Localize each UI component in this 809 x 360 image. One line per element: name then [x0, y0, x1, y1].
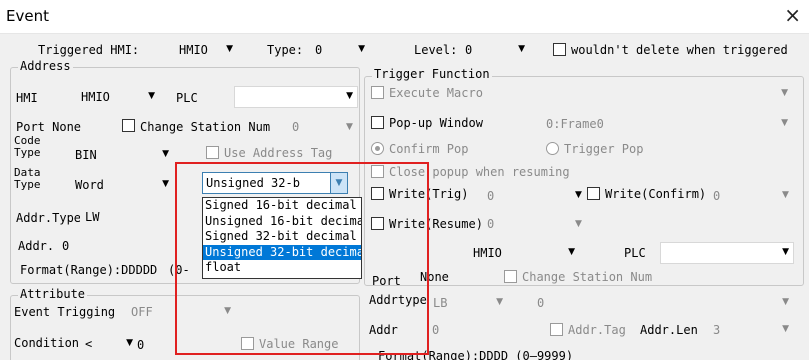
event-trigging-label: Event Trigging	[14, 305, 116, 319]
close-icon[interactable]: ×	[784, 3, 801, 27]
change-station-label: Change Station Num	[140, 120, 271, 134]
chevron-down-icon: ▼	[126, 338, 133, 348]
addr-label: Addr.	[18, 239, 55, 253]
chevron-down-icon: ▼	[781, 118, 788, 128]
chevron-down-icon: ▼	[782, 247, 789, 257]
addr-tag-checkbox[interactable]	[550, 323, 563, 336]
chevron-down-icon: ▼	[358, 44, 365, 54]
port-label: Port None	[16, 120, 82, 134]
chevron-down-icon: ▼	[496, 297, 503, 307]
trigger-change-station-label: Change Station Num	[522, 270, 653, 284]
triggered-hmi-select[interactable]: HMIO ▼	[174, 39, 238, 61]
code-type-label-line2: Type	[14, 146, 41, 159]
hmi-label: HMI	[16, 91, 38, 105]
confirm-pop-radio[interactable]	[371, 142, 384, 155]
chevron-down-icon: ▼	[226, 44, 233, 54]
title-bar: Event ×	[0, 0, 809, 34]
execute-macro-select[interactable]: ▼	[541, 83, 793, 105]
trigger-plc-label: PLC	[624, 246, 646, 260]
window-title: Event	[6, 7, 49, 25]
popup-window-checkbox[interactable]	[371, 116, 384, 129]
highlight-box	[175, 162, 429, 355]
addrtype-select[interactable]: LB ▼	[428, 292, 508, 314]
trigger-plc-select[interactable]: ▼	[660, 242, 794, 264]
level-select[interactable]: 0 ▼	[460, 39, 530, 61]
addr-len-select[interactable]: 3 ▼	[708, 319, 794, 341]
use-address-tag-checkbox[interactable]	[206, 146, 219, 159]
type-label: Type:	[267, 43, 304, 57]
chevron-down-icon: ▼	[148, 91, 155, 101]
addrtype-sub-select[interactable]: 0 ▼	[532, 292, 794, 314]
confirm-pop-label: Confirm Pop	[389, 142, 469, 156]
triggered-hmi-label: Triggered HMI:	[38, 43, 140, 57]
chevron-down-icon: ▼	[781, 88, 788, 98]
level-label: Level:	[414, 43, 458, 57]
trigger-change-station-checkbox[interactable]	[504, 270, 517, 283]
address-plc-select[interactable]: ▼	[234, 86, 358, 108]
chevron-down-icon: ▼	[518, 44, 525, 54]
change-station-value: 0	[292, 120, 300, 134]
use-address-tag-label: Use Address Tag	[224, 146, 333, 160]
execute-macro-label: Execute Macro	[389, 86, 483, 100]
wouldnt-delete-label: wouldn't delete when triggered	[571, 43, 788, 57]
code-type-label-line1: Code	[14, 134, 41, 147]
chevron-down-icon: ▼	[575, 190, 582, 200]
write-confirm-checkbox[interactable]	[587, 187, 600, 200]
addr-len-label: Addr.Len	[640, 323, 698, 337]
trigger-pop-label: Trigger Pop	[564, 142, 644, 156]
trigger-hmi-select[interactable]: HMIO ▼	[468, 242, 580, 264]
chevron-down-icon: ▼	[346, 91, 353, 101]
popup-window-label: Pop-up Window	[389, 116, 483, 130]
addr-tag-label: Addr.Tag	[568, 323, 626, 337]
write-resume-value: 0	[487, 217, 495, 231]
chevron-down-icon: ▼	[162, 179, 169, 189]
data-type-label-line2: Type	[14, 178, 41, 191]
code-type-select[interactable]: BIN ▼	[70, 144, 174, 166]
attribute-group-label: Attribute	[18, 287, 88, 301]
format-label: Format(Range):DDDDD	[20, 263, 158, 277]
write-trig-value: 0	[487, 189, 495, 203]
address-hmi-select[interactable]: HMIO ▼	[76, 86, 160, 108]
change-station-checkbox[interactable]	[122, 119, 135, 132]
trigger-function-group-label: Trigger Function	[372, 67, 492, 81]
popup-window-select[interactable]: 0:Frame0 ▼	[541, 113, 793, 135]
addr-type-label: Addr.Type	[16, 211, 82, 225]
chevron-down-icon: ▼	[575, 219, 582, 229]
condition-label: Condition	[14, 336, 80, 350]
chevron-down-icon: ▼	[568, 247, 575, 257]
execute-macro-checkbox[interactable]	[371, 86, 384, 99]
chevron-down-icon: ▼	[346, 122, 353, 132]
data-type-label-line1: Data	[14, 166, 41, 179]
address-group-label: Address	[18, 59, 73, 73]
condition-number: 0	[137, 338, 145, 352]
trigger-pop-radio[interactable]	[546, 142, 559, 155]
condition-select[interactable]: < ▼ 0	[80, 333, 164, 355]
chevron-down-icon: ▼	[162, 149, 169, 159]
wouldnt-delete-checkbox[interactable]	[553, 43, 566, 56]
type-select[interactable]: 0 ▼	[310, 39, 370, 61]
write-confirm-value: 0	[713, 189, 721, 203]
chevron-down-icon: ▼	[782, 324, 789, 334]
data-type-select[interactable]: Word ▼	[70, 174, 174, 196]
chevron-down-icon: ▼	[782, 190, 789, 200]
trigger-addr-value: 0	[432, 323, 440, 337]
address-plc-label: PLC	[176, 91, 198, 105]
chevron-down-icon: ▼	[782, 297, 789, 307]
write-confirm-label: Write(Confirm)	[605, 187, 707, 201]
